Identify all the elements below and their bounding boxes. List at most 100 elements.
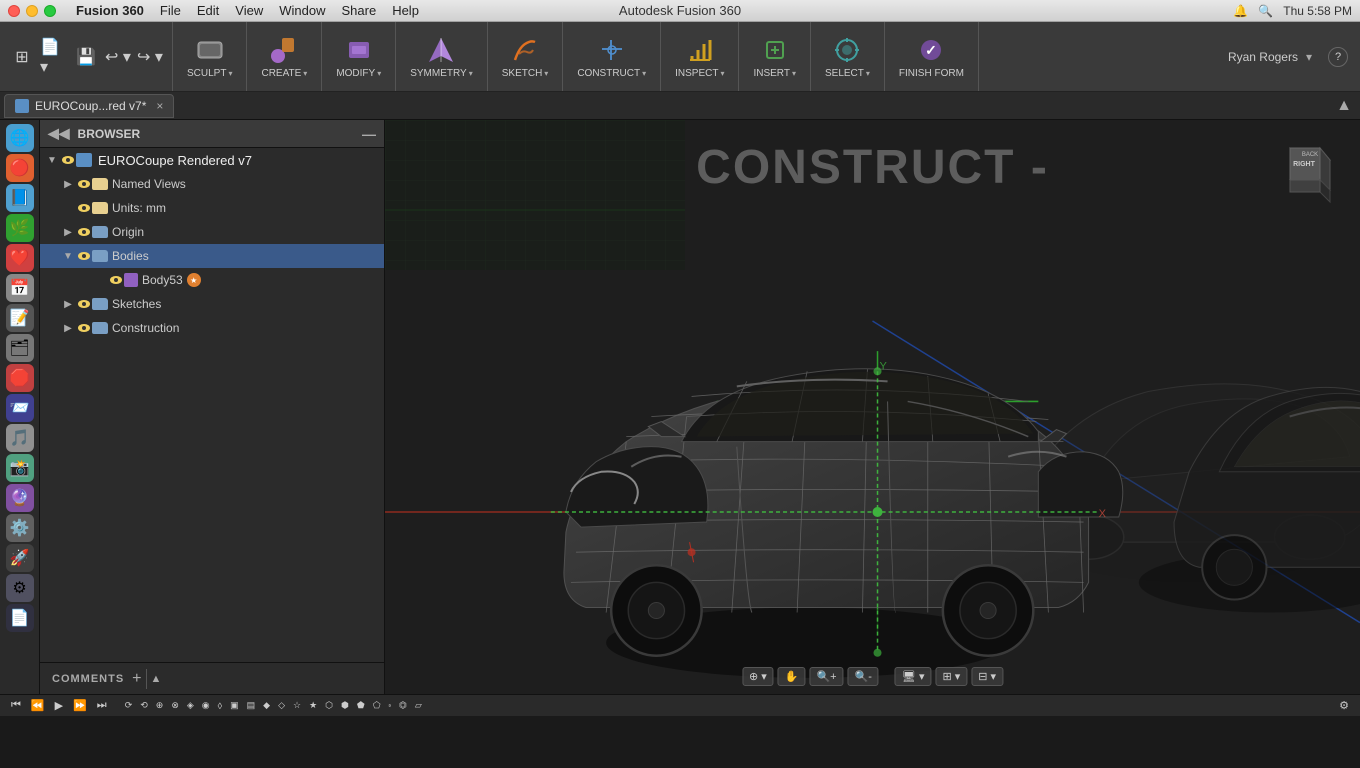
navigate-button[interactable]: ⊕ ▾ (742, 667, 774, 686)
menu-fusion360[interactable]: Fusion 360 (76, 3, 144, 18)
app-icon-5[interactable]: ❤️ (6, 244, 34, 272)
app-icon-6[interactable]: 📅 (6, 274, 34, 302)
display-mode-button[interactable]: 🖥 ▾ (895, 667, 932, 686)
file-tab[interactable]: EUROCoup...red v7* × (4, 94, 174, 118)
timeline-icon-10[interactable]: ◆ (260, 699, 273, 712)
zoom-in-button[interactable]: 🔍+ (809, 667, 843, 686)
timeline-icon-7[interactable]: ◊ (215, 700, 225, 712)
pan-button[interactable]: ✋ (778, 667, 806, 686)
timeline-icon-4[interactable]: ⊗ (168, 699, 182, 712)
traffic-lights[interactable] (8, 5, 56, 17)
timeline-icon-17[interactable]: ⬠ (370, 699, 384, 712)
help-button[interactable]: ? (1328, 47, 1348, 67)
named-views-toggle[interactable]: ▶ (60, 176, 76, 192)
grid-apps-button[interactable]: ⊞ (8, 43, 36, 71)
select-button[interactable]: SELECT ▾ (819, 30, 876, 83)
search-icon[interactable]: 🔍 (1258, 4, 1273, 18)
viewport[interactable]: X Y CONSTRUCT - (385, 120, 1360, 694)
close-button[interactable] (8, 5, 20, 17)
notification-icon[interactable]: 🔔 (1233, 4, 1248, 18)
root-toggle[interactable]: ▼ (44, 152, 60, 168)
timeline-icon-3[interactable]: ⊕ (153, 699, 167, 712)
body53-visibility[interactable] (108, 272, 124, 288)
timeline-icon-13[interactable]: ★ (306, 699, 320, 712)
timeline-icon-9[interactable]: ▤ (244, 699, 259, 712)
timeline-icon-5[interactable]: ◈ (184, 699, 197, 712)
user-dropdown-arrow[interactable]: ▾ (1306, 50, 1312, 64)
tab-collapse-button[interactable]: ▲ (1336, 97, 1352, 115)
timeline-icon-19[interactable]: ⏣ (396, 699, 410, 712)
app-icon-2[interactable]: 🔴 (6, 154, 34, 182)
menu-share[interactable]: Share (341, 3, 376, 18)
save-button[interactable]: 💾 (72, 43, 100, 71)
browser-collapse-button[interactable]: — (362, 126, 376, 142)
app-icon-11[interactable]: 🎵 (6, 424, 34, 452)
timeline-icon-15[interactable]: ⬢ (338, 699, 352, 712)
create-button[interactable]: CREATE ▾ (255, 30, 313, 83)
origin-visibility[interactable] (76, 224, 92, 240)
new-file-button[interactable]: 📄 ▾ (40, 43, 68, 71)
timeline-icon-2[interactable]: ⟲ (137, 699, 151, 712)
app-icon-15[interactable]: 🚀 (6, 544, 34, 572)
menu-file[interactable]: File (160, 3, 181, 18)
units-visibility[interactable] (76, 200, 92, 216)
construction-toggle[interactable]: ▶ (60, 320, 76, 336)
app-icon-8[interactable]: 🗂 (6, 334, 34, 362)
symmetry-button[interactable]: SYMMETRY ▾ (404, 30, 479, 83)
comments-expand[interactable]: ▲ (151, 673, 162, 685)
sketch-button[interactable]: SKETCH ▾ (496, 30, 555, 83)
view-cube[interactable]: RIGHT BACK (1270, 140, 1340, 210)
app-icon-10[interactable]: 📨 (6, 394, 34, 422)
app-icon-14[interactable]: ⚙️ (6, 514, 34, 542)
bodies-toggle[interactable]: ▼ (60, 248, 76, 264)
root-visibility[interactable] (60, 152, 76, 168)
layout-button[interactable]: ⊟ ▾ (971, 667, 1003, 686)
app-icon-9[interactable]: 🛑 (6, 364, 34, 392)
undo-button[interactable]: ↩ ▾ (104, 43, 132, 71)
anim-last-button[interactable]: ⏭ (94, 698, 110, 713)
minimize-button[interactable] (26, 5, 38, 17)
modify-button[interactable]: MODIFY ▾ (330, 30, 387, 83)
user-name[interactable]: Ryan Rogers (1228, 50, 1298, 64)
construct-button[interactable]: CONSTRUCT ▾ (571, 30, 652, 83)
construction-item[interactable]: ▶ Construction (40, 316, 384, 340)
anim-prev-button[interactable]: ⏪ (28, 698, 48, 713)
menu-edit[interactable]: Edit (197, 3, 219, 18)
origin-item[interactable]: ▶ Origin (40, 220, 384, 244)
app-icon-4[interactable]: 🌿 (6, 214, 34, 242)
menu-view[interactable]: View (235, 3, 263, 18)
tree-root-item[interactable]: ▼ EUROCoupe Rendered v7 (40, 148, 384, 172)
timeline-icon-14[interactable]: ⬡ (322, 699, 336, 712)
zoom-out-button[interactable]: 🔍- (848, 667, 879, 686)
app-icon-3[interactable]: 📘 (6, 184, 34, 212)
construction-visibility[interactable] (76, 320, 92, 336)
units-item[interactable]: ▶ Units: mm (40, 196, 384, 220)
timeline-icon-6[interactable]: ◉ (199, 699, 213, 712)
named-views-item[interactable]: ▶ Named Views (40, 172, 384, 196)
sculpt-button[interactable]: SCULPT ▾ (181, 30, 238, 83)
body53-item[interactable]: ▶ Body53 ★ (40, 268, 384, 292)
insert-button[interactable]: INSERT ▾ (747, 30, 802, 83)
redo-button[interactable]: ↪ ▾ (136, 43, 164, 71)
bodies-visibility[interactable] (76, 248, 92, 264)
app-icon-17[interactable]: 📄 (6, 604, 34, 632)
timeline-icon-8[interactable]: ▣ (227, 699, 242, 712)
menu-window[interactable]: Window (279, 3, 325, 18)
origin-toggle[interactable]: ▶ (60, 224, 76, 240)
timeline-icon-12[interactable]: ☆ (290, 699, 304, 712)
timeline-icon-1[interactable]: ⟳ (122, 699, 136, 712)
app-icon-12[interactable]: 📸 (6, 454, 34, 482)
timeline-icon-16[interactable]: ⬟ (354, 699, 368, 712)
grid-button[interactable]: ⊞ ▾ (935, 667, 967, 686)
bodies-item[interactable]: ▼ Bodies (40, 244, 384, 268)
browser-toggle[interactable]: ◀◀ (48, 125, 70, 142)
tab-close-button[interactable]: × (156, 99, 163, 113)
finish-form-button[interactable]: ✓ FINISH FORM (893, 30, 970, 83)
named-views-visibility[interactable] (76, 176, 92, 192)
timeline-icon-11[interactable]: ◇ (275, 699, 288, 712)
timeline-icon-18[interactable]: ⬞ (386, 699, 394, 712)
sketches-visibility[interactable] (76, 296, 92, 312)
maximize-button[interactable] (44, 5, 56, 17)
app-icon-1[interactable]: 🌐 (6, 124, 34, 152)
anim-first-button[interactable]: ⏮ (8, 698, 24, 713)
